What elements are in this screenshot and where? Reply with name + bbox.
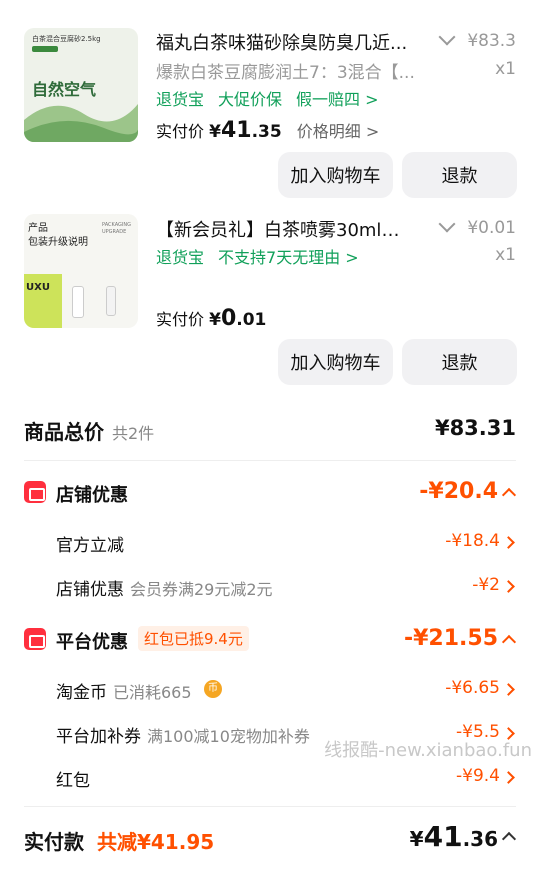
platform-discount-label: 平台优惠	[56, 632, 128, 653]
expand-up-icon[interactable]	[501, 831, 517, 847]
shop-coupon-label: 店铺优惠	[56, 580, 124, 600]
paid-int: 41	[423, 820, 463, 853]
goods-count: 共2件	[112, 424, 155, 443]
service-tags[interactable]: 退货宝 不支持7天无理由 >	[156, 244, 373, 268]
collapse-up-icon[interactable]	[501, 487, 517, 503]
gold-coin-row: 淘金币 已消耗665	[56, 678, 192, 703]
actual-price-label: 实付价	[156, 310, 205, 329]
price-dec: .35	[251, 122, 282, 142]
product-title[interactable]: 【新会员礼】白茶喷雾30ml，...	[156, 216, 414, 242]
shop-coupon-row: 店铺优惠 会员券满29元减2元	[56, 575, 273, 600]
thumb-logo: UXU	[26, 282, 50, 293]
shop-coupon-value[interactable]: -¥2	[472, 575, 500, 595]
service-tags[interactable]: 退货宝 大促价保 假一赔四 >	[156, 86, 393, 110]
chevron-right-icon[interactable]	[502, 580, 515, 593]
service-tag: 假一赔四 >	[296, 90, 379, 109]
goods-total-value: ¥83.31	[434, 416, 516, 440]
currency: ¥	[209, 310, 221, 330]
thumb-badge	[32, 46, 58, 52]
price-int: 0	[220, 306, 237, 331]
platform-discount-value[interactable]: -¥21.55	[404, 626, 498, 651]
bottle-shape	[106, 286, 116, 316]
official-cut-label: 官方立减	[56, 536, 124, 556]
price-detail-link[interactable]: 价格明细 >	[297, 122, 380, 141]
paid-dec: .36	[462, 827, 498, 851]
chevron-right-icon[interactable]	[502, 536, 515, 549]
item-quantity: x1	[495, 59, 516, 79]
shop-discount-label: 店铺优惠	[56, 485, 128, 506]
add-to-cart-button[interactable]: 加入购物车	[278, 339, 393, 385]
watermark-text: 线报酷-new.xianbao.fun	[324, 740, 532, 761]
goods-total-title: 商品总价	[24, 420, 104, 444]
bottle-shape	[72, 286, 84, 318]
refund-button[interactable]: 退款	[402, 152, 517, 198]
add-to-cart-button[interactable]: 加入购物车	[278, 152, 393, 198]
paid-label: 实付款	[24, 830, 84, 854]
paid-currency: ¥	[409, 827, 424, 851]
refund-button[interactable]: 退款	[402, 339, 517, 385]
goods-total-label: 商品总价 共2件	[24, 416, 154, 445]
addon-coupon-row: 平台加补券 满100减10宠物加补券	[56, 722, 310, 747]
service-tag: 退货宝	[156, 248, 205, 267]
thumb-sub-text: PACKAGING UPGRADE	[102, 222, 132, 235]
service-tag: 大促价保	[218, 90, 283, 109]
actual-price-label: 实付价	[156, 122, 205, 141]
coin-icon: 币	[204, 680, 222, 698]
redpacket-badge: 红包已抵9.4元	[138, 626, 249, 651]
paid-total: ¥41.36	[410, 820, 498, 853]
paid-saved: 共减¥41.95	[96, 830, 215, 854]
actual-price: 实付价 ¥41.35 价格明细 >	[156, 118, 379, 143]
service-tag: 不支持7天无理由 >	[218, 248, 359, 267]
paid-row: 实付款 共减¥41.95	[24, 826, 214, 855]
service-tag: 退货宝	[156, 90, 205, 109]
currency: ¥	[209, 122, 221, 142]
chevron-right-icon[interactable]	[502, 771, 515, 784]
redpack-value[interactable]: -¥9.4	[456, 766, 500, 786]
item-price: ¥83.3	[467, 31, 516, 51]
shop-discount-value[interactable]: -¥20.4	[419, 479, 498, 504]
shop-icon	[24, 481, 46, 503]
official-cut-value[interactable]: -¥18.4	[445, 531, 500, 551]
thumb-green-panel: UXU	[24, 274, 62, 328]
item-quantity: x1	[495, 245, 516, 265]
addon-coupon-label: 平台加补券	[56, 727, 141, 747]
gold-coin-label: 淘金币	[56, 683, 107, 703]
shop-coupon-desc: 会员券满29元减2元	[130, 580, 273, 599]
platform-icon	[24, 628, 46, 650]
price-int: 41	[220, 118, 252, 143]
product-sku[interactable]: 爆款白茶豆腐膨润土7：3混合【...	[156, 58, 418, 83]
item-price: ¥0.01	[467, 218, 516, 238]
divider	[24, 460, 516, 461]
redpack-label: 红包	[56, 771, 90, 791]
actual-price: 实付价 ¥0.01	[156, 306, 266, 331]
chevron-right-icon[interactable]	[502, 683, 515, 696]
product-image-spray[interactable]: 产品 包装升级说明 PACKAGING UPGRADE UXU	[24, 214, 138, 328]
gold-coin-desc: 已消耗665	[113, 683, 192, 702]
leaf-illustration	[24, 104, 138, 142]
product-title[interactable]: 福丸白茶味猫砂除臭防臭几近...	[156, 29, 414, 55]
chevron-down-icon[interactable]	[438, 28, 456, 46]
price-dec: .01	[236, 310, 267, 330]
thumb-top-text: 白茶混合豆腐砂2.5kg	[32, 35, 101, 43]
collapse-up-icon[interactable]	[501, 634, 517, 650]
product-image-litter[interactable]: 白茶混合豆腐砂2.5kg 自然空气	[24, 28, 138, 142]
gold-coin-value[interactable]: -¥6.65	[445, 678, 500, 698]
chevron-down-icon[interactable]	[438, 215, 456, 233]
thumb-top-text: 产品 包装升级说明	[28, 223, 88, 248]
divider	[24, 806, 516, 807]
addon-coupon-desc: 满100减10宠物加补券	[147, 727, 310, 746]
